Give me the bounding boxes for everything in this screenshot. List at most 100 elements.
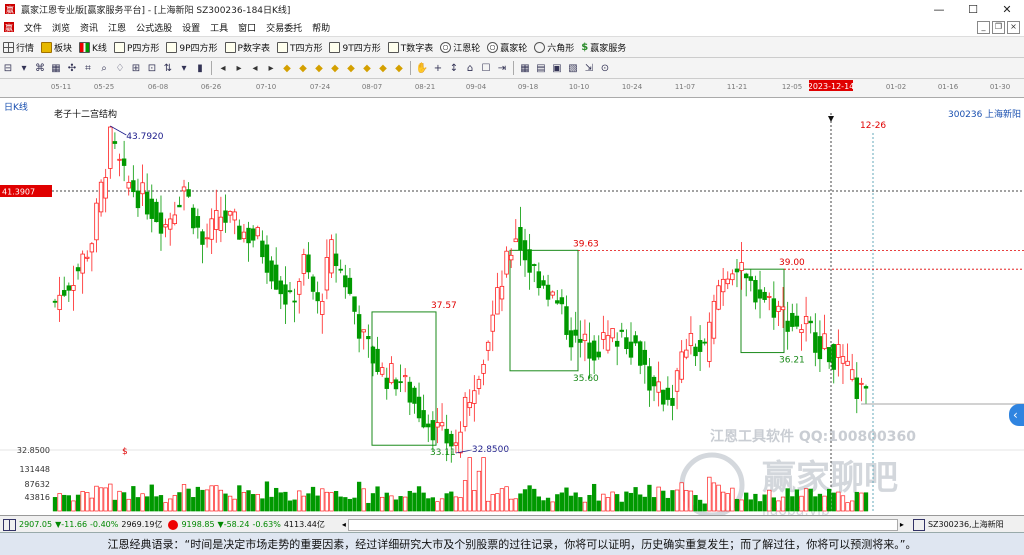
drawing-tool-34-icon[interactable]: ▦	[518, 61, 532, 75]
drawing-tool-21-icon[interactable]: ◆	[328, 61, 342, 75]
drawing-tool-18-icon[interactable]: ◆	[280, 61, 294, 75]
drawing-tool-29-icon[interactable]: ↕	[447, 61, 461, 75]
drawing-tool-24-icon[interactable]: ◆	[376, 61, 390, 75]
volume-bar	[559, 492, 565, 512]
candle-body	[393, 379, 399, 390]
menu-formula[interactable]: 公式选股	[131, 21, 177, 34]
drawing-tool-3-icon[interactable]: ▦	[49, 61, 63, 75]
drawing-tool-1-icon[interactable]: ▾	[17, 61, 31, 75]
drawing-tool-19-icon[interactable]: ◆	[296, 61, 310, 75]
drawing-tool-30-icon[interactable]: ⌂	[463, 61, 477, 75]
drawing-tool-37-icon[interactable]: ▧	[566, 61, 580, 75]
mdi-restore-button[interactable]: ❐	[992, 21, 1005, 34]
drawing-tool-2-icon[interactable]: ⌘	[33, 61, 47, 75]
p-square-button[interactable]: P四方形	[111, 41, 163, 54]
menu-trade[interactable]: 交易委托	[261, 21, 307, 34]
drawing-tool-10-icon[interactable]: ⇅	[161, 61, 175, 75]
volume-bar	[112, 499, 118, 512]
quotes-button[interactable]: 行情	[0, 41, 38, 54]
volume-bar	[476, 470, 482, 512]
p-number-table-button[interactable]: P数字表	[222, 41, 274, 54]
volume-bar	[845, 502, 850, 512]
9p-square-button[interactable]: 9P四方形	[163, 41, 221, 54]
candle-body	[647, 366, 652, 391]
sh-index[interactable]: 2907.05 ▼-11.66 -0.40% 2969.19亿	[0, 518, 165, 531]
drawing-tool-9-icon[interactable]: ⊡	[145, 61, 159, 75]
drawing-tool-39-icon[interactable]: ⊙	[598, 61, 612, 75]
kline-chart[interactable]: 日K线 老子十二宫结构 300236 上海新阳 江恩工具软件 QQ:100800…	[0, 97, 1024, 519]
drawing-tool-22-icon[interactable]: ◆	[344, 61, 358, 75]
candle-body	[716, 285, 721, 310]
chart-canvas[interactable]: 日K线 老子十二宫结构 300236 上海新阳 江恩工具软件 QQ:100800…	[0, 97, 1024, 519]
drawing-tool-32-icon[interactable]: ⇥	[495, 61, 509, 75]
volume-bar	[504, 486, 509, 512]
candle-body	[310, 276, 316, 292]
drawing-tool-28-icon[interactable]: +	[431, 61, 445, 75]
drawing-tool-6-icon[interactable]: ⌕	[97, 61, 111, 75]
menu-app-icon[interactable]: 赢	[3, 20, 17, 34]
candle-body	[522, 240, 528, 261]
t-square-button[interactable]: T四方形	[274, 41, 327, 54]
volume-bar	[684, 490, 689, 512]
drawing-tool-31-icon[interactable]: ☐	[479, 61, 493, 75]
drawing-tool-27-icon[interactable]: ✋	[415, 61, 429, 75]
kline-button[interactable]: K线	[76, 41, 111, 54]
drawing-tool-0-icon[interactable]: ⊟	[1, 61, 15, 75]
drawing-tool-12-icon[interactable]: ▮	[193, 61, 207, 75]
volume-bar	[785, 488, 790, 512]
winner-service-button[interactable]: $ 赢家服务	[578, 41, 630, 54]
drawing-tool-5-icon[interactable]: ⌗	[81, 61, 95, 75]
candle-body	[347, 277, 353, 294]
maximize-button[interactable]: ☐	[956, 0, 990, 18]
mdi-minimize-button[interactable]: _	[977, 21, 990, 34]
candle-body	[421, 410, 426, 428]
sector-button[interactable]: 板块	[38, 41, 76, 54]
drawing-tool-8-icon[interactable]: ⊞	[129, 61, 143, 75]
drawing-tool-38-icon[interactable]: ⇲	[582, 61, 596, 75]
scroll-left-icon[interactable]: ◂	[342, 520, 346, 529]
volume-bar	[610, 491, 615, 512]
candle-body	[329, 239, 334, 274]
drawing-tool-15-icon[interactable]: ▸	[232, 61, 246, 75]
box-top-label: 37.57	[431, 301, 457, 311]
drawing-tool-25-icon[interactable]: ◆	[392, 61, 406, 75]
volume-bar	[854, 491, 859, 512]
drawing-tool-4-icon[interactable]: ✣	[65, 61, 79, 75]
scroll-right-icon[interactable]: ▸	[900, 520, 904, 529]
menu-window[interactable]: 窗口	[233, 21, 261, 34]
mdi-close-button[interactable]: ×	[1007, 21, 1020, 34]
drawing-tool-36-icon[interactable]: ▣	[550, 61, 564, 75]
gann-wheel-button[interactable]: 江恩轮	[437, 41, 484, 54]
date-tick: 09-04	[466, 83, 487, 91]
volume-bar	[808, 488, 813, 512]
drawing-tool-7-icon[interactable]: ♢	[113, 61, 127, 75]
volume-bar	[578, 497, 583, 512]
menu-browse[interactable]: 浏览	[47, 21, 75, 34]
winner-wheel-button[interactable]: 赢家轮	[484, 41, 531, 54]
box-top-label: 39.00	[779, 258, 805, 268]
drawing-tool-14-icon[interactable]: ◂	[216, 61, 230, 75]
hexagon-button[interactable]: 六角形	[531, 41, 578, 54]
menu-gann[interactable]: 江恩	[103, 21, 131, 34]
drawing-tool-16-icon[interactable]: ◂	[248, 61, 262, 75]
current-stock[interactable]: SZ300236,上海新阳	[910, 518, 1007, 531]
drawing-tool-17-icon[interactable]: ▸	[264, 61, 278, 75]
drawing-tool-20-icon[interactable]: ◆	[312, 61, 326, 75]
side-expand-button[interactable]: ‹	[1009, 404, 1024, 426]
drawing-tool-23-icon[interactable]: ◆	[360, 61, 374, 75]
volume-bar	[725, 493, 730, 512]
menu-news[interactable]: 资讯	[75, 21, 103, 34]
menu-help[interactable]: 帮助	[307, 21, 335, 34]
horizontal-scrollbar[interactable]	[347, 518, 898, 531]
minimize-button[interactable]: —	[922, 0, 956, 18]
menu-settings[interactable]: 设置	[177, 21, 205, 34]
close-button[interactable]: ✕	[990, 0, 1024, 18]
volume-bar	[108, 483, 113, 512]
menu-file[interactable]: 文件	[19, 21, 47, 34]
sz-index[interactable]: 9198.85 ▼-58.24 -0.63% 4113.44亿	[165, 519, 327, 530]
9t-square-button[interactable]: 9T四方形	[326, 41, 384, 54]
drawing-tool-11-icon[interactable]: ▾	[177, 61, 191, 75]
menu-tools[interactable]: 工具	[205, 21, 233, 34]
t-number-table-button[interactable]: T数字表	[385, 41, 438, 54]
drawing-tool-35-icon[interactable]: ▤	[534, 61, 548, 75]
